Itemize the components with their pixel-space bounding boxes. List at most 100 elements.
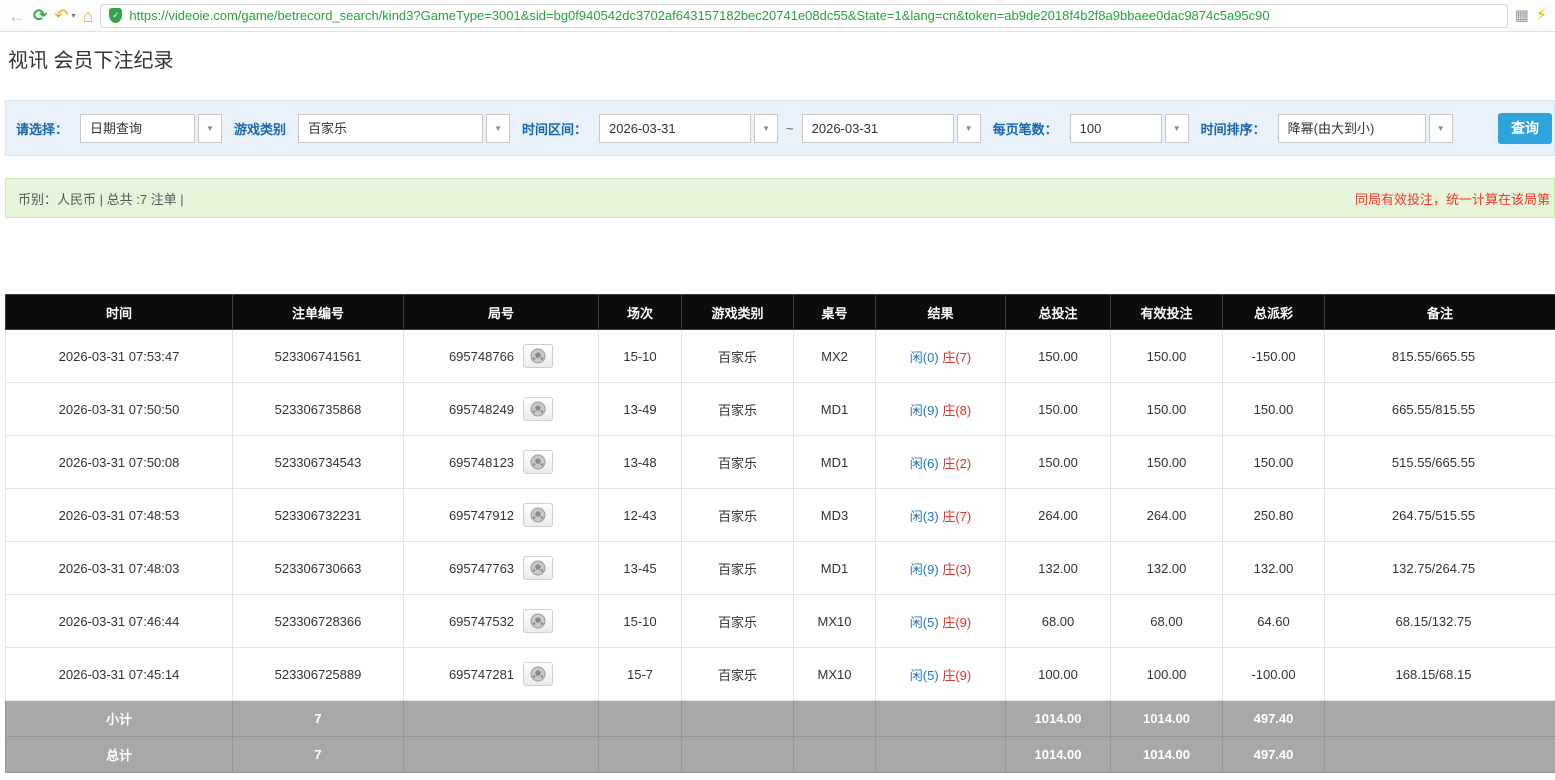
date-from-value[interactable]: 2026-03-31	[599, 113, 752, 143]
game-type-select[interactable]: 百家乐 ▼	[298, 113, 511, 143]
result-banker: 庄(9)	[942, 667, 972, 683]
result-banker: 庄(3)	[942, 561, 972, 577]
address-bar[interactable]: ✓ https://videoie.com/game/betrecord_sea…	[100, 3, 1508, 28]
cell-total-bet[interactable]: 132.00	[1005, 541, 1111, 595]
result-player: 闲(0)	[909, 349, 939, 365]
cell-bet-id: 523306730663	[232, 541, 404, 595]
tilde-separator: ~	[786, 120, 794, 136]
result-player: 闲(5)	[909, 614, 939, 630]
cell-game-type: 百家乐	[681, 647, 794, 701]
page-size-value[interactable]: 100	[1069, 113, 1162, 143]
cell-total-bet[interactable]: 264.00	[1005, 488, 1111, 542]
header-time: 时间	[5, 294, 233, 330]
round-replay-button[interactable]	[523, 450, 554, 474]
url-text[interactable]: https://videoie.com/game/betrecord_searc…	[129, 8, 1269, 23]
table-row: 2026-03-31 07:45:14 523306725889 6957472…	[5, 647, 1555, 701]
round-replay-button[interactable]	[523, 662, 554, 686]
chevron-down-icon[interactable]: ▼	[956, 113, 981, 143]
round-id: 695748766	[448, 348, 515, 364]
page-title: 视讯 会员下注纪录	[8, 50, 174, 72]
lightning-icon[interactable]: ⚡	[1536, 7, 1547, 24]
game-type-value[interactable]: 百家乐	[298, 113, 484, 143]
sort-order-value[interactable]: 降幂(由大到小)	[1277, 113, 1426, 143]
round-replay-button[interactable]	[523, 556, 554, 580]
result-player: 闲(6)	[909, 455, 939, 471]
cell-payout: 150.00	[1222, 382, 1325, 436]
cell-result: 闲(5) 庄(9)	[875, 647, 1006, 701]
replay-ball-icon	[530, 348, 546, 364]
query-type-value[interactable]: 日期查询	[80, 113, 196, 143]
table-row: 2026-03-31 07:48:53 523306732231 6957479…	[5, 488, 1555, 542]
query-type-select[interactable]: 日期查询 ▼	[80, 113, 223, 143]
round-id: 695747281	[448, 666, 515, 682]
header-game-type: 游戏类别	[681, 294, 794, 330]
cell-session: 13-48	[598, 435, 682, 489]
round-replay-button[interactable]	[523, 397, 554, 421]
cell-total-bet[interactable]: 150.00	[1005, 329, 1111, 383]
date-from-picker[interactable]: 2026-03-31 ▼	[599, 113, 779, 143]
cell-total-bet[interactable]: 68.00	[1005, 594, 1111, 648]
chevron-down-icon[interactable]: ▼	[754, 113, 779, 143]
cell-time: 2026-03-31 07:50:50	[5, 382, 233, 436]
total-label: 总计	[5, 736, 233, 773]
cell-bet-id: 523306725889	[232, 647, 404, 701]
search-button[interactable]: 查询	[1498, 112, 1552, 144]
cell-total-bet[interactable]: 150.00	[1005, 435, 1111, 489]
cell-valid-bet: 150.00	[1110, 435, 1223, 489]
cell-result: 闲(9) 庄(8)	[875, 382, 1006, 436]
sort-order-select[interactable]: 降幂(由大到小) ▼	[1277, 113, 1453, 143]
cell-total-bet[interactable]: 150.00	[1005, 382, 1111, 436]
round-id: 695747912	[448, 507, 515, 523]
cell-round: 695748766	[403, 329, 599, 383]
cell-table-no: MX10	[793, 594, 876, 648]
refresh-icon[interactable]: ⟳	[33, 7, 47, 24]
replay-ball-icon	[530, 454, 546, 470]
cell-note: 68.15/132.75	[1324, 594, 1555, 648]
chevron-down-icon[interactable]: ▼	[486, 113, 511, 143]
cell-bet-id: 523306741561	[232, 329, 404, 383]
cell-total-bet[interactable]: 100.00	[1005, 647, 1111, 701]
round-replay-button[interactable]	[523, 344, 554, 368]
browser-toolbar: ← ⟳ ↶ ▾ ⌂ ✓ https://videoie.com/game/bet…	[0, 0, 1555, 32]
date-to-value[interactable]: 2026-03-31	[801, 113, 954, 143]
cell-result: 闲(9) 庄(3)	[875, 541, 1006, 595]
cell-time: 2026-03-31 07:46:44	[5, 594, 233, 648]
cell-result: 闲(6) 庄(2)	[875, 435, 1006, 489]
bet-table-body: 2026-03-31 07:53:47 523306741561 6957487…	[5, 329, 1555, 701]
result-banker: 庄(7)	[942, 508, 972, 524]
chevron-down-icon[interactable]: ▼	[1428, 113, 1453, 143]
cell-payout: -150.00	[1222, 329, 1325, 383]
cell-valid-bet: 150.00	[1110, 382, 1223, 436]
security-shield-icon: ✓	[109, 8, 123, 23]
back-icon[interactable]: ←	[8, 7, 26, 25]
cell-time: 2026-03-31 07:53:47	[5, 329, 233, 383]
cell-note: 168.15/68.15	[1324, 647, 1555, 701]
date-to-picker[interactable]: 2026-03-31 ▼	[801, 113, 981, 143]
apps-grid-icon[interactable]: ▦	[1515, 8, 1529, 23]
page-size-select[interactable]: 100 ▼	[1069, 113, 1189, 143]
chevron-down-icon[interactable]: ▼	[198, 113, 223, 143]
result-player: 闲(9)	[909, 402, 939, 418]
home-icon[interactable]: ⌂	[83, 7, 94, 25]
undo-dropdown-icon[interactable]: ▾	[72, 11, 76, 20]
chevron-down-icon[interactable]: ▼	[1164, 113, 1189, 143]
round-replay-button[interactable]	[523, 609, 554, 633]
cell-session: 15-7	[598, 647, 682, 701]
cell-valid-bet: 100.00	[1110, 647, 1223, 701]
cell-table-no: MX10	[793, 647, 876, 701]
result-banker: 庄(2)	[942, 455, 972, 471]
cell-valid-bet: 68.00	[1110, 594, 1223, 648]
undo-icon[interactable]: ↶	[54, 7, 68, 24]
replay-ball-icon	[530, 507, 546, 523]
header-table-no: 桌号	[793, 294, 876, 330]
cell-valid-bet: 264.00	[1110, 488, 1223, 542]
subtotal-count: 7	[232, 700, 404, 737]
result-banker: 庄(9)	[942, 614, 972, 630]
round-replay-button[interactable]	[523, 503, 554, 527]
header-bet-id: 注单编号	[232, 294, 404, 330]
table-footer: 小计 7 1014.00 1014.00 497.40 总计 7 1014.00…	[5, 700, 1555, 773]
cell-note: 515.55/665.55	[1324, 435, 1555, 489]
table-header: 时间 注单编号 局号 场次 游戏类别 桌号 结果 总投注 有效投注 总派彩 备注	[5, 294, 1555, 330]
cell-session: 12-43	[598, 488, 682, 542]
result-banker: 庄(7)	[942, 349, 972, 365]
